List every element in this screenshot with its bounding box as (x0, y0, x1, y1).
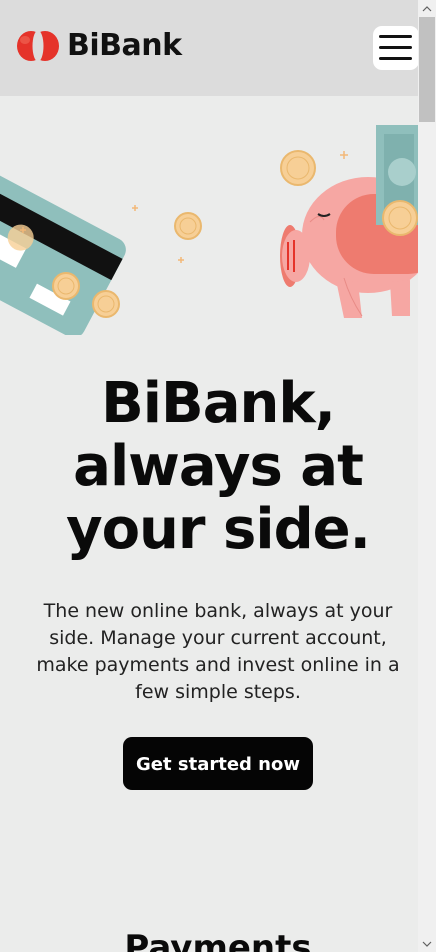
menu-button[interactable] (373, 26, 418, 70)
coin-icon (92, 290, 120, 318)
page: BiBank BiBank, always at your side. The … (0, 0, 436, 952)
coin-icon (382, 200, 418, 236)
bibank-logo-icon (17, 30, 59, 62)
hamburger-icon (379, 35, 412, 38)
payments-section-title: Payments (124, 928, 312, 952)
scroll-down-button[interactable] (418, 935, 436, 952)
scrollbar-thumb[interactable] (419, 17, 435, 122)
hamburger-icon-bar (379, 57, 412, 60)
hero-illustration (0, 125, 418, 335)
hero-title-line: always at (73, 434, 364, 499)
chevron-up-icon (422, 5, 432, 11)
chevron-down-icon (422, 941, 432, 947)
hero-title-line: BiBank, (101, 371, 336, 436)
brand-name: BiBank (67, 28, 182, 63)
coin-icon (280, 150, 316, 186)
brand-logo-link[interactable]: BiBank (15, 28, 182, 64)
vertical-scrollbar[interactable] (418, 0, 436, 952)
hero-title: BiBank, always at your side. (0, 372, 418, 561)
page-viewport: BiBank BiBank, always at your side. The … (0, 0, 418, 952)
hamburger-icon-bar (379, 46, 412, 49)
site-header: BiBank (0, 0, 418, 96)
scroll-up-button[interactable] (418, 0, 436, 17)
coin-icon (52, 272, 80, 300)
hero-title-line: your side. (66, 497, 371, 562)
coin-icon (174, 212, 202, 240)
hero-description: The new online bank, always at your side… (36, 600, 400, 703)
get-started-button[interactable]: Get started now (123, 737, 313, 790)
